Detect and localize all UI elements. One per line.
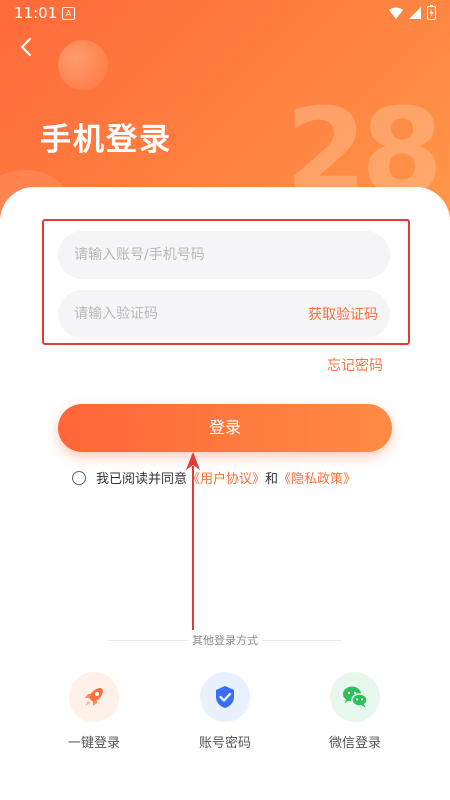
privacy-policy-link[interactable]: 《隐私政策》 [278, 468, 356, 487]
signal-icon [409, 6, 421, 19]
one-click-login-option[interactable]: 一键登录 [54, 672, 134, 751]
back-arrow-icon[interactable] [16, 36, 38, 58]
option-label: 账号密码 [198, 736, 251, 751]
rocket-icon [69, 672, 119, 722]
page-title: 手机登录 [40, 122, 172, 158]
agreement-text: 我已阅读并同意 [96, 472, 188, 487]
shield-check-icon [200, 672, 250, 722]
user-agreement-link[interactable]: 《用户协议》 [187, 468, 265, 487]
option-label: 微信登录 [328, 736, 381, 751]
status-bar: 11:01 A [0, 0, 450, 26]
get-code-button[interactable]: 获取验证码 [308, 304, 378, 324]
wifi-icon [389, 7, 403, 19]
agreement-row: 我已阅读并同意 《用户协议》 和 《隐私政策》 [72, 468, 356, 487]
notification-icon: A [62, 7, 75, 20]
wechat-icon [330, 672, 380, 722]
option-label: 一键登录 [67, 736, 120, 751]
status-time: 11:01 [14, 4, 58, 22]
status-icons [389, 5, 436, 20]
decor-bubble [58, 40, 108, 90]
battery-icon [427, 5, 436, 20]
other-login-label: 其他登录方式 [188, 634, 262, 647]
account-password-option[interactable]: 账号密码 [185, 672, 265, 751]
agreement-and: 和 [265, 472, 279, 487]
other-login-title: 其他登录方式 [0, 632, 450, 648]
forgot-password-link[interactable]: 忘记密码 [327, 355, 383, 375]
wechat-login-option[interactable]: 微信登录 [315, 672, 395, 751]
login-button[interactable]: 登录 [58, 404, 392, 452]
account-input[interactable] [58, 231, 390, 279]
agree-radio[interactable] [72, 470, 86, 485]
